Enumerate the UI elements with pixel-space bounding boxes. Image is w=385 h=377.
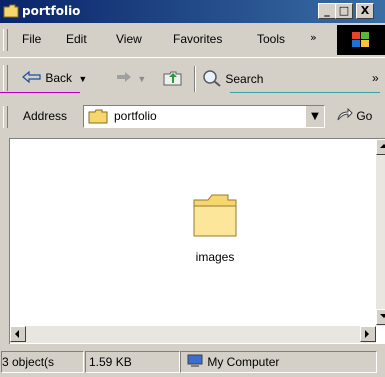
scroll-left-button[interactable] [10,326,26,342]
horizontal-scrollbar[interactable] [10,326,376,343]
title-bar[interactable]: portfolio _ □ X [0,0,385,23]
menu-favorites[interactable]: Favorites [173,32,222,46]
down-arrow-icon [380,314,385,318]
left-arrow-icon [15,330,19,338]
right-arrow-icon [365,330,369,338]
address-field[interactable]: portfolio ▼ [83,105,325,128]
search-button[interactable]: Search [202,69,263,87]
status-location: My Computer [180,351,377,373]
folder-icon [3,4,19,18]
back-label: Back [45,71,73,85]
explorer-window: portfolio _ □ X File Edit View Favorites… [0,0,385,377]
status-bar: 3 object(s 1.59 KB My Computer [0,345,385,377]
vertical-scrollbar[interactable] [376,139,385,326]
status-object-count: 3 object(s [1,351,84,373]
menu-file[interactable]: File [22,32,41,46]
forward-arrow-icon [117,72,131,82]
search-label: Search [225,72,264,86]
menu-tools[interactable]: Tools [257,32,285,46]
scroll-right-button[interactable] [360,326,376,342]
up-arrow-icon [380,144,385,148]
menu-edit[interactable]: Edit [66,32,87,46]
status-location-label: My Computer [207,355,280,369]
toolbar-separator [194,66,196,92]
windows-flag-icon [352,32,369,47]
toolbar-more-chevron[interactable]: » [372,71,379,85]
minimize-button[interactable]: _ [318,3,336,19]
address-input[interactable]: portfolio [114,109,157,123]
windows-logo [337,25,385,55]
menu-more-chevron[interactable]: » [310,31,317,44]
forward-button[interactable]: ▼ [116,71,146,85]
forward-dropdown-icon[interactable]: ▼ [137,74,146,84]
scroll-down-button[interactable] [376,309,385,325]
folder-label: images [195,250,235,264]
my-computer-icon [187,354,203,367]
menu-bar: File Edit View Favorites Tools » [0,23,385,56]
go-button[interactable]: Go [337,107,373,123]
back-arrow-icon [22,70,41,84]
window-title: portfolio [22,4,81,18]
folder-item[interactable]: images [180,192,250,264]
close-button[interactable]: X [356,3,374,19]
search-icon [203,70,221,87]
folder-icon [88,109,108,124]
address-grip[interactable] [3,106,8,128]
menu-view[interactable]: View [116,32,142,46]
toolbar-grip[interactable] [3,65,8,91]
maximize-button[interactable]: □ [335,3,353,19]
address-label: Address [23,109,68,123]
up-folder-icon [163,71,182,86]
address-dropdown-button[interactable]: ▼ [305,106,324,127]
scroll-up-button[interactable] [376,139,385,155]
go-label: Go [356,109,373,123]
folder-view[interactable]: images [9,138,385,344]
back-button[interactable]: Back ▼ [22,70,87,85]
standard-toolbar: Back ▼ ▼ Search » [0,57,385,100]
up-folder-button[interactable] [163,69,183,90]
status-size: 1.59 KB [85,351,180,373]
decorative-line [0,92,80,93]
menu-grip[interactable] [3,29,8,51]
back-dropdown-icon[interactable]: ▼ [78,74,87,84]
folder-icon [193,194,237,237]
decorative-line [230,92,380,93]
address-bar: Address portfolio ▼ Go [0,100,385,136]
go-arrow-icon [337,107,353,121]
